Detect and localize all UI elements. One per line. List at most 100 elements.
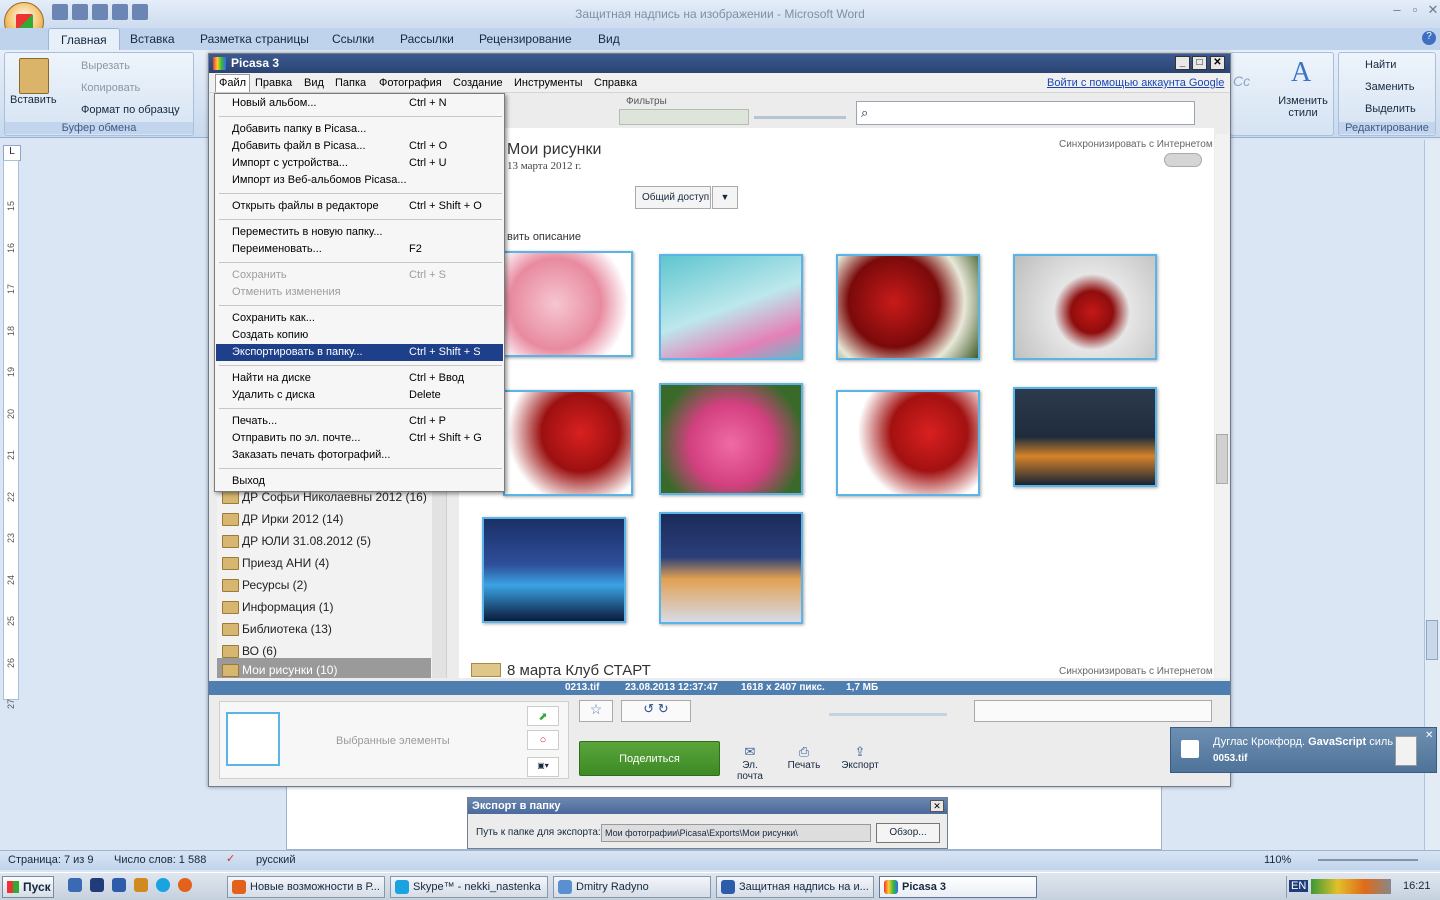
explorer-icon[interactable] [68, 878, 82, 892]
taskbar-firefox[interactable]: Новые возможности в Р... [227, 876, 385, 898]
taskbar-word[interactable]: Защитная надпись на и... [716, 876, 874, 898]
search-input[interactable]: ⌕ [856, 101, 1195, 125]
page-count[interactable]: Страница: 7 из 9 [8, 854, 94, 866]
tray-menu-icon[interactable]: ▣▾ [527, 757, 559, 777]
file-menu-item[interactable]: Создать копию [216, 327, 503, 344]
file-menu-item[interactable]: Найти на диске Ctrl + Ввод [216, 370, 503, 387]
menu-tools[interactable]: Инструменты [514, 77, 583, 89]
taskbar-skype[interactable]: Skype™ - nekki_nastenka [390, 876, 548, 898]
pin-icon[interactable]: ⬈ [527, 706, 559, 726]
firefox-icon[interactable] [178, 878, 192, 892]
taskbar-picasa[interactable]: Picasa 3 [879, 876, 1037, 898]
language-indicator[interactable]: EN [1289, 880, 1309, 892]
file-menu-item[interactable]: Удалить с диска Delete [216, 387, 503, 404]
file-menu-item[interactable]: Добавить файл в Picasa... Ctrl + O [216, 138, 503, 155]
menu-help[interactable]: Справка [594, 77, 637, 89]
album-scroll-thumb[interactable] [1216, 434, 1228, 484]
scroll-thumb[interactable] [1426, 620, 1438, 660]
tab-page-layout[interactable]: Разметка страницы [200, 32, 309, 46]
rotate-icons[interactable]: ↺ ↻ [621, 700, 691, 722]
filter-buttons[interactable] [619, 109, 749, 125]
save-launch-icon[interactable] [90, 878, 104, 892]
undo-icon[interactable] [72, 4, 88, 20]
language[interactable]: русский [256, 854, 295, 866]
photo-thumbnail[interactable] [836, 254, 980, 360]
zoom-thumb-slider[interactable] [829, 713, 947, 716]
spellcheck-icon[interactable]: ✓ [226, 852, 235, 865]
file-menu-item[interactable]: Отправить по эл. почте... Ctrl + Shift + … [216, 430, 503, 447]
folder-item[interactable]: ДР ЮЛИ 31.08.2012 (5) [222, 534, 371, 548]
menu-create[interactable]: Создание [453, 77, 503, 89]
selected-thumbnail[interactable] [226, 712, 280, 766]
photo-thumbnail[interactable] [503, 251, 633, 357]
photo-thumbnail[interactable] [659, 383, 803, 495]
album-scrollbar[interactable] [1215, 134, 1229, 678]
file-menu-item[interactable]: Импорт с устройства... Ctrl + U [216, 155, 503, 172]
word-icon[interactable] [112, 878, 126, 892]
find-button[interactable]: Найти [1365, 59, 1396, 71]
share-button[interactable]: Поделиться [579, 741, 720, 776]
folder-item[interactable]: ДР Софьи Николаевны 2012 (16) [222, 490, 427, 504]
album-title[interactable]: Мои рисунки [507, 141, 601, 159]
picasa-minimize-button[interactable]: _ [1175, 56, 1190, 70]
save-icon[interactable] [52, 4, 68, 20]
folder-item-selected[interactable]: Мои рисунки (10) [221, 663, 337, 677]
tool-icon[interactable] [134, 878, 148, 892]
folder-item[interactable]: Ресурсы (2) [221, 578, 307, 592]
sync-toggle[interactable] [1164, 153, 1202, 167]
tab-home[interactable]: Главная [48, 28, 120, 51]
tab-review[interactable]: Рецензирование [479, 32, 572, 46]
start-button[interactable]: Пуск [2, 876, 54, 898]
paste-icon[interactable] [19, 58, 49, 94]
file-menu-item[interactable]: Экспортировать в папку... Ctrl + Shift + … [216, 344, 503, 361]
tab-references[interactable]: Ссылки [332, 32, 374, 46]
file-menu-item[interactable]: Выход [216, 473, 503, 490]
view-mode-buttons[interactable] [974, 700, 1212, 722]
tab-mailings[interactable]: Рассылки [400, 32, 454, 46]
replace-button[interactable]: Заменить [1365, 81, 1414, 93]
picasa-close-button[interactable]: ✕ [1210, 56, 1225, 70]
notification-popup[interactable]: Дуглас Крокфорд. GavaScript силь 0053.ti… [1170, 727, 1437, 773]
zoom-level[interactable]: 110% [1264, 854, 1291, 866]
photo-thumbnail[interactable] [482, 517, 626, 623]
file-menu-item[interactable]: Добавить папку в Picasa... [216, 121, 503, 138]
menu-folder[interactable]: Папка [335, 77, 366, 89]
notification-close-icon[interactable]: ✕ [1425, 730, 1433, 741]
file-menu-item[interactable]: Заказать печать фотографий... [216, 447, 503, 464]
file-menu-item[interactable]: Переименовать... F2 [216, 241, 503, 258]
photo-thumbnail[interactable] [836, 390, 980, 496]
file-menu-item[interactable]: Открыть файлы в редакторе Ctrl + Shift + … [216, 198, 503, 215]
style-preview[interactable]: Cc [1233, 73, 1250, 89]
picasa-maximize-button[interactable]: □ [1192, 56, 1207, 70]
select-button[interactable]: Выделить [1365, 103, 1416, 115]
export-action[interactable]: ⇪ Экспорт [837, 744, 883, 771]
file-menu-item[interactable]: Новый альбом... Ctrl + N [216, 95, 503, 112]
folder-item[interactable]: ВО (6) [222, 644, 277, 658]
file-menu-item[interactable]: Импорт из Веб-альбомов Picasa... [216, 172, 503, 189]
photo-thumbnail[interactable] [503, 390, 633, 496]
cut-button[interactable]: Вырезать [81, 60, 130, 72]
zoom-slider[interactable] [1318, 859, 1418, 861]
skype-icon[interactable] [156, 878, 170, 892]
album-description[interactable]: вить описание [507, 231, 581, 243]
change-styles-button[interactable]: Изменить стили [1273, 95, 1333, 119]
folder-item[interactable]: ДР Ирки 2012 (14) [221, 512, 343, 526]
export-path-input[interactable]: Мои фотографии\Picasa\Exports\Мои рисунк… [601, 824, 871, 842]
menu-file[interactable]: Файл [215, 74, 251, 92]
folder-item[interactable]: Приезд АНИ (4) [221, 556, 329, 570]
format-painter-button[interactable]: Формат по образцу [81, 104, 180, 116]
photo-thumbnail[interactable] [1013, 254, 1157, 360]
page-icon[interactable] [132, 4, 148, 20]
star-icon[interactable]: ☆ [579, 700, 613, 722]
close-button[interactable]: ✕ [1422, 2, 1440, 20]
tab-insert[interactable]: Вставка [130, 32, 175, 46]
photo-thumbnail[interactable] [1013, 387, 1157, 487]
file-menu-item[interactable]: Сохранить как... [216, 310, 503, 327]
menu-view[interactable]: Вид [304, 77, 324, 89]
file-menu-item[interactable]: Переместить в новую папку... [216, 224, 503, 241]
folder-item[interactable]: Библиотека (13) [222, 622, 332, 636]
help-icon[interactable]: ? [1422, 31, 1436, 45]
paste-button[interactable]: Вставить [10, 94, 57, 106]
print-action[interactable]: ⎙ Печать [783, 744, 825, 771]
menu-edit[interactable]: Правка [255, 77, 292, 89]
